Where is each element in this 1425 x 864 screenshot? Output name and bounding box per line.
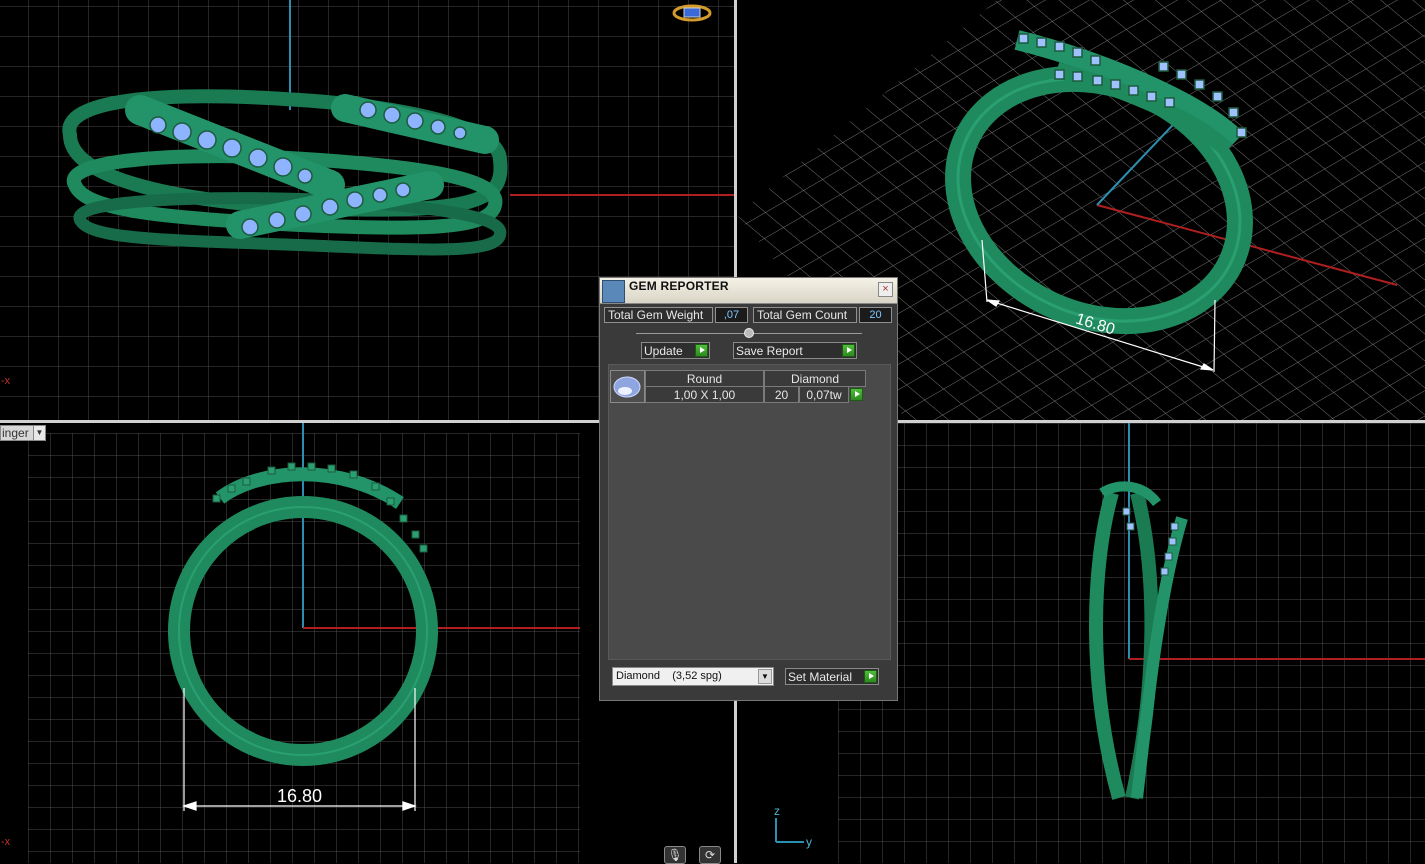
play-icon [695, 344, 708, 357]
close-icon[interactable]: × [878, 282, 893, 297]
axis-x-tag-top: -x [1, 375, 11, 387]
microphone-button[interactable]: 🎙 [664, 846, 686, 864]
save-report-button-label: Save Report [736, 344, 803, 358]
gem-list-panel [608, 364, 891, 660]
gem-reporter-title: GEM REPORTER [629, 279, 729, 293]
round-gem-svg [613, 376, 641, 398]
material-select-value: Diamond (3,52 spg) [616, 670, 722, 682]
chevron-down-icon[interactable]: ▼ [33, 426, 45, 440]
table-header-shape: Round [645, 370, 764, 387]
total-gem-count-value: 20 [859, 307, 892, 323]
total-gem-count-label: Total Gem Count [753, 307, 857, 323]
set-material-button-label: Set Material [788, 670, 853, 684]
table-row-count: 20 [764, 386, 799, 403]
total-gem-weight-value: ,07 [715, 307, 748, 323]
update-button-label: Update [644, 344, 683, 358]
gem-reporter-dialog: GEM REPORTER × Total Gem Weight ,07 Tota… [599, 277, 898, 701]
refresh-icon: ⟳ [704, 848, 716, 862]
round-gem-icon [610, 370, 645, 403]
update-button[interactable]: Update [641, 342, 710, 359]
gem-reporter-app-icon [602, 280, 625, 303]
gizmo-y-label: y [806, 835, 812, 849]
play-icon [842, 344, 855, 357]
save-report-button[interactable]: Save Report [733, 342, 857, 359]
refresh-button[interactable]: ⟳ [699, 846, 721, 864]
set-material-button[interactable]: Set Material [785, 668, 879, 685]
chevron-down-icon[interactable]: ▼ [758, 669, 772, 684]
table-row-weight: 0,07tw [799, 386, 849, 403]
axis-x-tag-bottom: -x [1, 836, 11, 848]
axis-gizmo: z y [770, 804, 840, 849]
view-selector[interactable]: inger ▼ [0, 425, 46, 441]
navigation-cube-icon[interactable] [672, 2, 712, 24]
material-select[interactable]: Diamond (3,52 spg) ▼ [612, 667, 774, 686]
table-header-material: Diamond [764, 370, 866, 387]
gem-reporter-titlebar[interactable]: GEM REPORTER × [600, 278, 897, 304]
row-play-button[interactable] [850, 388, 863, 401]
collapse-toggle[interactable] [744, 328, 754, 338]
dimension-label-side: 16.80 [277, 786, 323, 806]
navigation-cube-svg [672, 4, 712, 22]
view-selector-value: inger [2, 426, 29, 440]
total-gem-weight-label: Total Gem Weight [604, 307, 713, 323]
microphone-icon: 🎙 [667, 848, 683, 862]
axis-gizmo-icon [775, 818, 804, 843]
play-icon [864, 670, 877, 683]
gizmo-z-label: z [774, 804, 780, 818]
table-row-size: 1,00 X 1,00 [645, 386, 764, 403]
